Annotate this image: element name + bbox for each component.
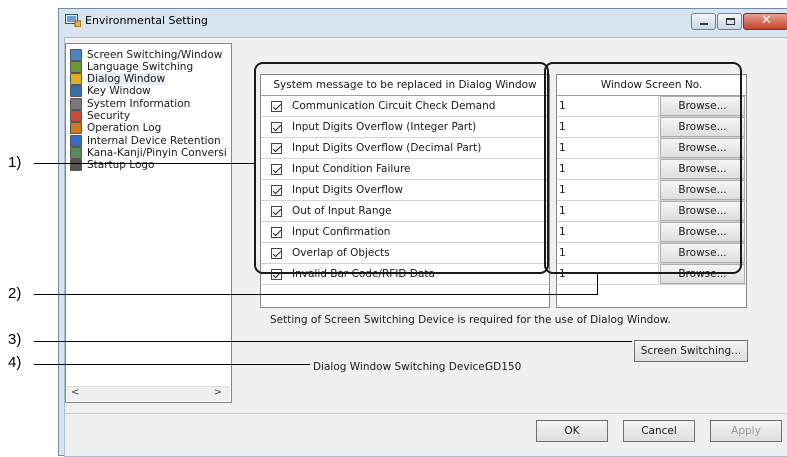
close-icon: ✕ [761,13,772,28]
operation-log-icon [70,122,82,135]
tree-item-label: Internal Device Retention [87,134,221,147]
scroll-left-icon[interactable]: < [71,387,79,398]
screen-switching-icon [70,48,82,61]
window-title: Environmental Setting [85,14,208,27]
close-button[interactable]: ✕ [743,13,787,30]
tree-item-label: Key Window [87,85,151,98]
internal-device-retention-icon [70,134,82,147]
tree-item[interactable]: Key Window [70,85,151,98]
startup-logo-icon [70,159,82,172]
kana-kanji-conversion-icon [70,146,82,159]
tree-item-label: Security [87,110,131,122]
tree-item-label: Screen Switching/Window [87,48,223,61]
apply-button[interactable]: Apply [710,420,782,442]
screen-switching-note: Setting of Screen Switching Device is re… [270,314,671,326]
maximize-button[interactable] [717,13,742,30]
tree-item[interactable]: Internal Device Retention [70,134,221,147]
key-window-icon [70,85,82,98]
scroll-right-icon[interactable]: > [214,387,222,398]
dialog-window-switching-device-label: Dialog Window Switching Device: [313,361,489,373]
tree-item[interactable]: Screen Switching/Window [70,48,222,61]
minimize-icon [700,23,708,25]
dialog-window-switching-device-value: GD150 [485,361,522,373]
system-information-icon [70,97,82,110]
language-switching-icon [70,60,82,73]
dialog-window-icon [70,73,82,86]
environmental-setting-icon [65,14,81,27]
security-icon [70,110,82,122]
callout-3-leader [34,341,632,342]
tree-item[interactable]: System Information [70,97,190,110]
category-tree[interactable]: < > Screen Switching/Window Language Swit… [65,43,232,403]
tree-horizontal-scrollbar[interactable]: < > [67,386,230,401]
screen-switching-button[interactable]: Screen Switching... [634,340,748,362]
tree-item[interactable]: Kana-Kanji/Pinyin Conversi [70,146,227,159]
callout-1-leader [34,163,255,164]
tree-item[interactable]: Dialog Window [70,73,166,86]
tree-item[interactable]: Language Switching [70,60,193,73]
callout-2: 2) [8,285,22,302]
minimize-button[interactable] [691,13,716,30]
maximize-icon [726,18,735,25]
tree-item-label: Language Switching [87,60,194,73]
footer-divider [65,413,787,414]
tree-item-label: Startup Logo [87,159,155,172]
callout-2-bracket [544,62,742,274]
tree-item-label: Operation Log [87,122,162,135]
callout-2-leader-vertical [597,273,598,295]
tree-item[interactable]: Operation Log [70,122,161,135]
callout-1-bracket [254,62,549,274]
tree-item[interactable]: Startup Logo [70,159,155,172]
tree-item-label: Dialog Window [87,73,166,86]
callout-4-leader [34,364,310,365]
callout-1: 1) [8,154,22,171]
tree-item[interactable]: Security [70,110,130,123]
callout-4: 4) [8,354,22,371]
ok-button[interactable]: OK [536,420,608,442]
callout-2-leader [34,294,598,295]
cancel-button[interactable]: Cancel [623,420,695,442]
tree-item-label: System Information [87,97,191,110]
tree-item-label: Kana-Kanji/Pinyin Conversi [87,146,227,159]
callout-3: 3) [8,331,22,348]
title-bar[interactable]: Environmental Setting ✕ [59,9,787,33]
